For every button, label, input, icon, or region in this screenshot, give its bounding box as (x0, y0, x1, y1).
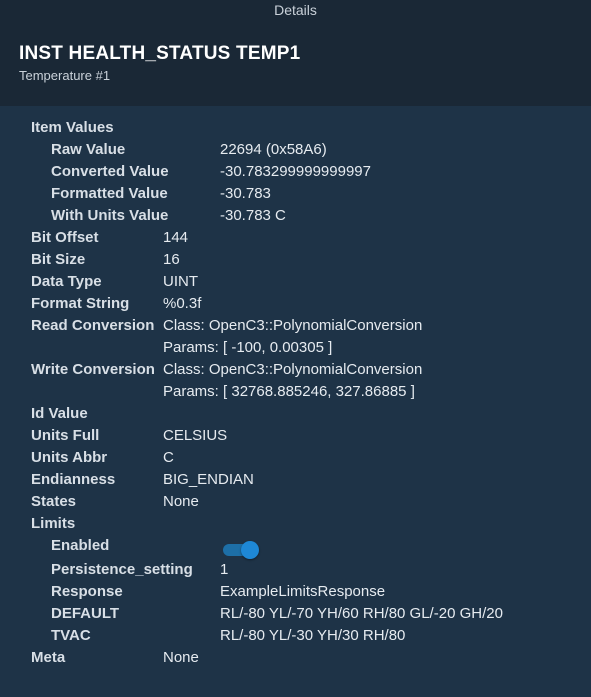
bit-offset-value: 144 (163, 229, 189, 246)
details-content: Item Values Raw Value 22694 (0x58A6) Con… (0, 106, 591, 697)
units-full-label: Units Full (31, 427, 100, 444)
limits-enabled-toggle[interactable] (221, 538, 259, 560)
limits-default-value: RL/-80 YL/-70 YH/60 RH/80 GL/-20 GH/20 (220, 605, 503, 622)
item-values-heading: Item Values (31, 119, 114, 136)
limits-tvac-value: RL/-80 YL/-30 YH/30 RH/80 (220, 627, 406, 644)
states-value: None (163, 493, 199, 510)
limits-heading: Limits (31, 515, 76, 532)
write-conversion-params: Params: [ 32768.885246, 327.86885 ] (163, 383, 415, 400)
window-title: Details (0, 0, 591, 20)
limits-tvac-label: TVAC (51, 627, 91, 644)
limits-response-value: ExampleLimitsResponse (220, 583, 386, 600)
units-abbr-value: C (163, 449, 174, 466)
format-string-value: %0.3f (163, 295, 202, 312)
write-conversion-label: Write Conversion (31, 361, 155, 378)
toggle-knob (241, 541, 259, 559)
item-description: Temperature #1 (19, 68, 111, 83)
write-conversion-class: Class: OpenC3::PolynomialConversion (163, 361, 423, 378)
bit-size-value: 16 (163, 251, 180, 268)
endianness-label: Endianness (31, 471, 116, 488)
limits-default-label: DEFAULT (51, 605, 120, 622)
persistence-setting-value: 1 (220, 561, 229, 578)
read-conversion-params: Params: [ -100, 0.00305 ] (163, 339, 333, 356)
with-units-value-label: With Units Value (51, 207, 169, 224)
converted-value: -30.783299999999997 (220, 163, 371, 180)
formatted-value: -30.783 (220, 185, 271, 202)
formatted-value-label: Formatted Value (51, 185, 168, 202)
id-value-label: Id Value (31, 405, 88, 422)
meta-value: None (163, 649, 199, 666)
read-conversion-class: Class: OpenC3::PolynomialConversion (163, 317, 423, 334)
format-string-label: Format String (31, 295, 130, 312)
persistence-setting-label: Persistence_setting (51, 561, 193, 578)
limits-response-label: Response (51, 583, 123, 600)
units-full-value: CELSIUS (163, 427, 228, 444)
meta-label: Meta (31, 649, 66, 666)
data-type-value: UINT (163, 273, 198, 290)
bit-offset-label: Bit Offset (31, 229, 99, 246)
read-conversion-label: Read Conversion (31, 317, 155, 334)
bit-size-label: Bit Size (31, 251, 86, 268)
states-label: States (31, 493, 77, 510)
raw-value-label: Raw Value (51, 141, 126, 158)
item-title: INST HEALTH_STATUS TEMP1 (19, 43, 301, 64)
with-units-value: -30.783 C (220, 207, 286, 224)
details-header: INST HEALTH_STATUS TEMP1 Temperature #1 (0, 20, 591, 106)
limits-enabled-label: Enabled (51, 537, 110, 554)
endianness-value: BIG_ENDIAN (163, 471, 254, 488)
converted-value-label: Converted Value (51, 163, 169, 180)
data-type-label: Data Type (31, 273, 102, 290)
units-abbr-label: Units Abbr (31, 449, 108, 466)
raw-value: 22694 (0x58A6) (220, 141, 327, 158)
